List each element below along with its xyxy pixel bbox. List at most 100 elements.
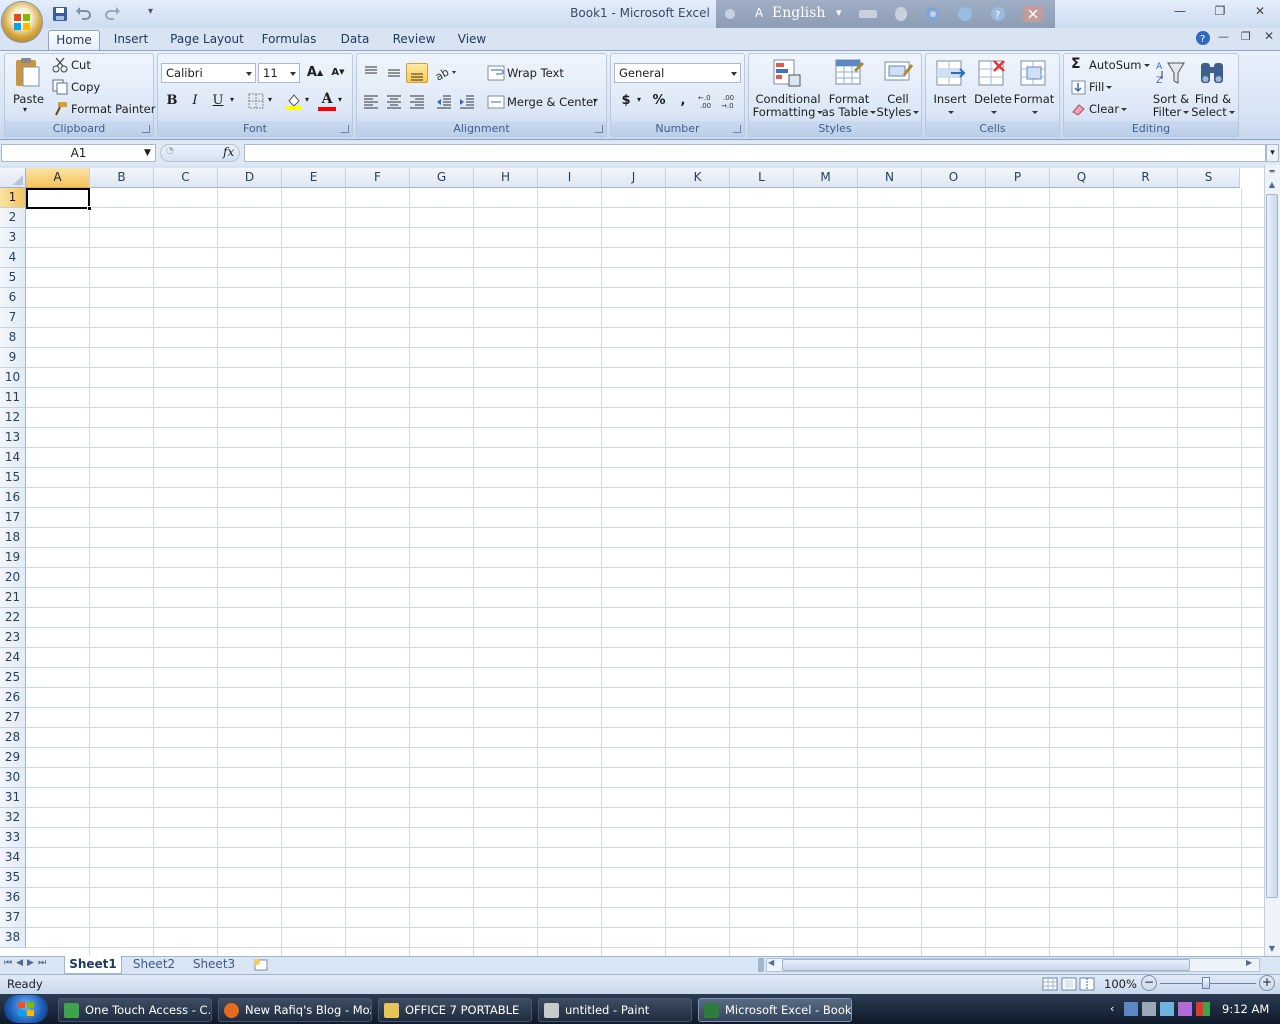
grow-font-icon[interactable]: A▲ xyxy=(304,63,326,83)
taskbar-item-folder[interactable]: OFFICE 7 PORTABLE xyxy=(378,998,532,1022)
column-header[interactable]: R xyxy=(1114,168,1178,188)
align-left-icon[interactable] xyxy=(362,93,380,111)
font-launcher-icon[interactable] xyxy=(341,125,349,133)
row-header[interactable]: 17 xyxy=(0,508,26,528)
row-header[interactable]: 12 xyxy=(0,408,26,428)
fill-handle[interactable] xyxy=(87,206,92,211)
row-header[interactable]: 36 xyxy=(0,888,26,908)
row-header[interactable]: 13 xyxy=(0,428,26,448)
row-header[interactable]: 24 xyxy=(0,648,26,668)
tab-formulas[interactable]: Formulas xyxy=(258,30,320,50)
alignment-launcher-icon[interactable] xyxy=(595,125,603,133)
tab-data[interactable]: Data xyxy=(335,30,375,50)
column-header[interactable]: J xyxy=(602,168,666,188)
formula-input[interactable] xyxy=(244,144,1266,162)
language-label[interactable]: English xyxy=(772,5,825,21)
decrease-decimal-icon[interactable]: .00→.0 xyxy=(721,92,741,110)
workbook-close-icon[interactable]: ✕ xyxy=(1264,29,1274,43)
row-header[interactable]: 3 xyxy=(0,228,26,248)
column-header[interactable]: Q xyxy=(1050,168,1114,188)
font-color-dropdown-icon[interactable]: ▾ xyxy=(338,95,342,104)
scroll-left-icon[interactable]: ◀ xyxy=(768,958,774,967)
close-button[interactable]: ✕ xyxy=(1248,4,1272,22)
workbook-restore-icon[interactable]: ❐ xyxy=(1241,30,1251,43)
paste-label[interactable]: Paste xyxy=(13,92,44,106)
normal-view-icon[interactable] xyxy=(1042,977,1058,991)
fill-icon[interactable] xyxy=(1071,80,1086,95)
taskbar-item-one-touch[interactable]: One Touch Access - C... xyxy=(58,998,212,1022)
row-header[interactable]: 35 xyxy=(0,868,26,888)
comma-button[interactable]: , xyxy=(672,91,694,111)
sheet-tab-sheet2[interactable]: Sheet2 xyxy=(126,956,182,974)
row-header[interactable]: 33 xyxy=(0,828,26,848)
merge-center-button[interactable]: Merge & Center xyxy=(507,95,598,109)
tab-view[interactable]: View xyxy=(452,30,492,50)
row-header[interactable]: 1 xyxy=(0,188,26,208)
conditional-formatting-button[interactable]: Conditional Formatting xyxy=(752,93,824,119)
merge-dropdown-icon[interactable]: ▾ xyxy=(593,96,597,105)
increase-decimal-icon[interactable]: ←.0.00 xyxy=(698,92,718,110)
row-header[interactable]: 38 xyxy=(0,928,26,948)
column-header[interactable]: M xyxy=(794,168,858,188)
decrease-indent-icon[interactable] xyxy=(435,93,453,111)
globe-icon[interactable] xyxy=(956,5,974,23)
top-align-icon[interactable] xyxy=(362,64,380,82)
mouse-icon[interactable] xyxy=(892,5,910,23)
fill-color-icon[interactable] xyxy=(285,92,303,110)
taskbar-item-paint[interactable]: untitled - Paint xyxy=(538,998,692,1022)
orientation-icon[interactable]: ab xyxy=(434,64,456,82)
tray-status-icon[interactable] xyxy=(1196,1002,1210,1016)
row-header[interactable]: 27 xyxy=(0,708,26,728)
format-painter-icon[interactable] xyxy=(52,101,68,117)
language-dropdown-icon[interactable]: ▾ xyxy=(836,6,842,19)
language-bar-close-icon[interactable] xyxy=(1022,5,1044,23)
cut-button[interactable]: Cut xyxy=(71,58,91,72)
office-button[interactable] xyxy=(2,2,42,42)
page-layout-view-icon[interactable] xyxy=(1061,977,1077,991)
cell-styles-button[interactable]: Cell Styles xyxy=(876,93,920,119)
horizontal-scroll-thumb[interactable] xyxy=(782,959,1190,971)
row-header[interactable]: 14 xyxy=(0,448,26,468)
conditional-formatting-icon[interactable] xyxy=(771,57,803,89)
tab-home[interactable]: Home xyxy=(48,30,100,50)
restore-button[interactable]: ❐ xyxy=(1208,4,1232,22)
column-header[interactable]: H xyxy=(474,168,538,188)
merge-center-icon[interactable] xyxy=(487,93,505,111)
network-icon[interactable] xyxy=(1124,1002,1138,1016)
row-header[interactable]: 31 xyxy=(0,788,26,808)
undo-icon[interactable] xyxy=(74,5,92,23)
row-header[interactable]: 34 xyxy=(0,848,26,868)
column-header[interactable]: N xyxy=(858,168,922,188)
clear-eraser-icon[interactable] xyxy=(1071,102,1086,117)
row-header[interactable]: 32 xyxy=(0,808,26,828)
row-header[interactable]: 37 xyxy=(0,908,26,928)
middle-align-icon[interactable] xyxy=(385,64,403,82)
row-header[interactable]: 9 xyxy=(0,348,26,368)
page-break-view-icon[interactable] xyxy=(1079,977,1095,991)
cut-icon[interactable] xyxy=(52,57,68,73)
column-header[interactable]: L xyxy=(730,168,794,188)
split-box-icon[interactable]: ═ xyxy=(1266,168,1278,176)
copy-icon[interactable] xyxy=(52,79,68,95)
format-cells-icon[interactable] xyxy=(1018,57,1050,89)
sheet-nav-icons[interactable]: ⏮◀▶⏭ xyxy=(4,958,50,968)
volume-icon[interactable] xyxy=(1178,1002,1192,1016)
wrap-text-button[interactable]: Wrap Text xyxy=(507,66,564,80)
font-color-button[interactable]: A xyxy=(318,91,336,111)
row-header[interactable]: 7 xyxy=(0,308,26,328)
column-header[interactable]: B xyxy=(90,168,154,188)
scroll-up-icon[interactable]: ▲ xyxy=(1265,178,1279,192)
insert-cells-button[interactable]: Insert xyxy=(930,93,970,119)
tab-insert[interactable]: Insert xyxy=(108,30,154,50)
row-header[interactable]: 16 xyxy=(0,488,26,508)
bold-button[interactable]: B xyxy=(161,91,183,111)
column-header[interactable]: K xyxy=(666,168,730,188)
clipboard-launcher-icon[interactable] xyxy=(142,125,150,133)
expand-formula-bar-icon[interactable]: ▾ xyxy=(1266,144,1279,162)
row-header[interactable]: 2 xyxy=(0,208,26,228)
redo-icon[interactable] xyxy=(104,5,122,23)
chevron-down-icon[interactable] xyxy=(246,72,252,76)
taskbar-item-excel[interactable]: Microsoft Excel - Book1 xyxy=(698,998,852,1022)
row-header[interactable]: 8 xyxy=(0,328,26,348)
row-header[interactable]: 10 xyxy=(0,368,26,388)
